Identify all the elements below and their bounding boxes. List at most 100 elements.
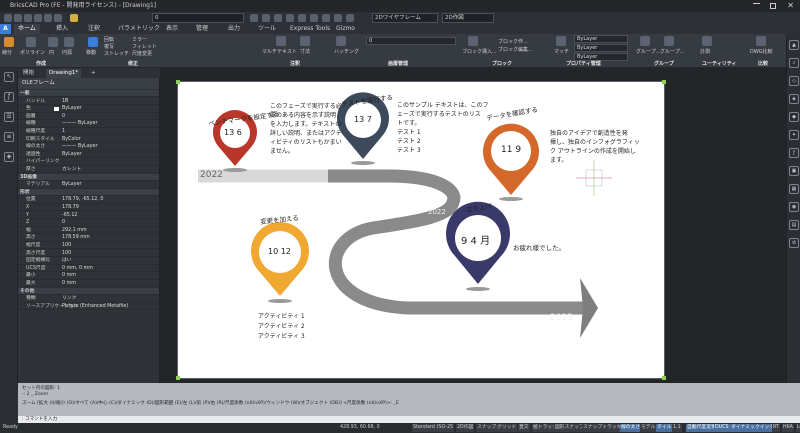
property-value[interactable]: ——— ByLayer xyxy=(62,143,97,149)
tab-tools[interactable]: ツール xyxy=(258,24,276,34)
arc-button[interactable]: 円弧 xyxy=(62,49,72,56)
redo-icon[interactable] xyxy=(54,14,62,22)
polyline-button[interactable]: ポリライン xyxy=(20,49,45,56)
layers-icon[interactable]: ◈ xyxy=(4,152,14,162)
status-toggle-button[interactable]: グリッド xyxy=(496,424,518,432)
stretch-button[interactable]: ストレッチ xyxy=(104,50,129,57)
match-button[interactable]: マッチ xyxy=(554,48,569,55)
property-row[interactable]: 線種 ——— ByLayer xyxy=(18,120,159,128)
scale-button[interactable]: 尺度変更 xyxy=(132,50,152,57)
tab-drawing1[interactable]: Drawing1* xyxy=(46,69,82,78)
property-row[interactable]: 透過性 ByLayer xyxy=(18,151,159,159)
mirror-button[interactable]: ミラー xyxy=(132,36,147,43)
status-toggle-button[interactable]: 図形スナップ xyxy=(554,424,585,432)
arc-icon[interactable] xyxy=(64,37,74,47)
property-row[interactable]: 幅尺度 100 xyxy=(18,242,159,250)
property-section[interactable]: その他 xyxy=(18,287,159,295)
group-button[interactable]: グループ... xyxy=(636,48,660,55)
status-toggle-button[interactable]: スナップ xyxy=(476,424,498,432)
property-row[interactable]: 最小 0 mm xyxy=(18,272,159,280)
status-toggle-button[interactable]: RT xyxy=(772,424,780,432)
property-row[interactable]: 位置 178.79, -65.12, 0 xyxy=(18,196,159,204)
layer-stack-icon[interactable]: ◈ xyxy=(789,94,799,104)
status-toggle-button[interactable]: 自動尺度変更 xyxy=(686,424,717,432)
shape-icon[interactable]: ◆ xyxy=(789,112,799,122)
workspace-select[interactable]: 2D作図 xyxy=(442,13,494,23)
polyline-icon[interactable] xyxy=(26,37,36,47)
open-icon[interactable] xyxy=(14,14,22,22)
property-value[interactable]: 100 xyxy=(62,250,71,256)
property-value[interactable]: Picture (Enhanced Metafile) xyxy=(62,303,128,309)
move-icon[interactable] xyxy=(88,37,98,47)
command-input[interactable]: : コマンドを入力 xyxy=(18,416,800,423)
property-value[interactable]: ByLayer xyxy=(62,105,82,111)
qat-tool-icon[interactable] xyxy=(334,14,342,22)
property-row[interactable]: 最大 0 mm xyxy=(18,280,159,288)
cube-icon[interactable]: ◇ xyxy=(789,76,799,86)
cursor-icon[interactable]: ↖ xyxy=(4,72,14,82)
property-row[interactable]: 線種尺度 1 xyxy=(18,128,159,136)
hide-icon[interactable]: ⊘ xyxy=(789,238,799,248)
lock-icon[interactable]: ▤ xyxy=(789,220,799,230)
rotate-button[interactable]: 回転 xyxy=(104,36,114,43)
property-value[interactable]: リンク xyxy=(62,295,76,301)
tab-gizmo[interactable]: Gizmo xyxy=(336,24,355,34)
property-value[interactable]: 0 mm xyxy=(62,272,76,278)
multitext-button[interactable]: マルチテキスト xyxy=(262,48,297,55)
circle-button[interactable]: 円 xyxy=(49,49,54,56)
minimize-icon[interactable] xyxy=(753,3,760,4)
status-toggle-button[interactable]: 直交 xyxy=(518,424,530,432)
property-value[interactable]: -65.12 xyxy=(62,212,77,218)
dwg-compare-button[interactable]: DWG比較 xyxy=(750,48,773,55)
group-edit-icon[interactable] xyxy=(664,36,674,46)
undo-icon[interactable] xyxy=(44,14,52,22)
circle-icon[interactable] xyxy=(48,37,58,47)
property-row[interactable]: 幅 292.1 mm xyxy=(18,227,159,235)
property-value[interactable]: 0 mm xyxy=(62,280,76,286)
property-value[interactable]: 1B xyxy=(62,98,68,104)
status-toggle-button[interactable]: 2D作図 xyxy=(456,424,475,432)
status-toggle-button[interactable]: タイル xyxy=(656,424,673,432)
move-button[interactable]: 移動 xyxy=(86,49,96,56)
qat-tool-icon[interactable] xyxy=(310,14,318,22)
property-row[interactable]: 厚さ カレント xyxy=(18,166,159,174)
grid-icon[interactable]: ▦ xyxy=(789,184,799,194)
property-value[interactable]: ByLayer xyxy=(62,181,82,187)
property-row[interactable]: ハイパーリンク xyxy=(18,158,159,166)
property-row[interactable]: 印刷スタイル ByColor xyxy=(18,136,159,143)
tab-output[interactable]: 出力 xyxy=(228,24,240,34)
eye-icon[interactable]: ◉ xyxy=(789,202,799,212)
measure-button[interactable]: 計測 xyxy=(700,48,710,55)
dwg-compare-icon[interactable] xyxy=(756,36,766,46)
copy-button[interactable]: 複写 xyxy=(104,43,114,50)
tab-parametric[interactable]: パラメトリック xyxy=(118,24,160,34)
property-value[interactable]: 1 xyxy=(62,128,65,134)
app-menu-button[interactable]: A xyxy=(0,24,11,34)
property-row[interactable]: Z0 xyxy=(18,219,159,227)
property-value[interactable]: カレント xyxy=(62,166,81,172)
dimension-icon[interactable] xyxy=(300,36,310,46)
status-toggle-button[interactable]: LOCKUI xyxy=(796,424,800,432)
qat-tool-icon[interactable] xyxy=(322,14,330,22)
block-insert-button[interactable]: ブロック挿入... xyxy=(462,48,497,55)
search-icon[interactable]: ⌕ xyxy=(789,58,799,68)
line-button[interactable]: 線分 xyxy=(2,49,12,56)
property-row[interactable]: Y -65.12 xyxy=(18,212,159,219)
qat-tool-icon[interactable] xyxy=(262,14,270,22)
object-type-select[interactable]: OLEフレーム xyxy=(18,78,159,89)
property-row[interactable]: マテリアル ByLayer xyxy=(18,181,159,189)
property-row[interactable]: ソースアプリケーション Picture (Enhanced Metafile) xyxy=(18,303,159,311)
property-row[interactable]: 画層 0 xyxy=(18,113,159,121)
property-value[interactable]: 178.79 xyxy=(62,204,79,210)
block-insert-icon[interactable] xyxy=(468,36,478,46)
property-row[interactable]: 高さ尺度 100 xyxy=(18,250,159,257)
property-row[interactable]: 線の太さ ——— ByLayer xyxy=(18,143,159,151)
ole-frame-slide[interactable]: ベンチマークを設定する 13 6 テストを実行する 13 7 データを確認する … xyxy=(178,82,664,378)
new-icon[interactable] xyxy=(4,14,12,22)
qat-tool-icon[interactable] xyxy=(286,14,294,22)
property-value[interactable]: 292.1 mm xyxy=(62,227,87,233)
tab-start[interactable]: 開始 xyxy=(20,69,38,78)
property-row[interactable]: 種類 リンク xyxy=(18,295,159,303)
linetype-select[interactable]: ByLayer xyxy=(574,44,628,52)
layer-bulb-icon[interactable] xyxy=(70,14,78,22)
